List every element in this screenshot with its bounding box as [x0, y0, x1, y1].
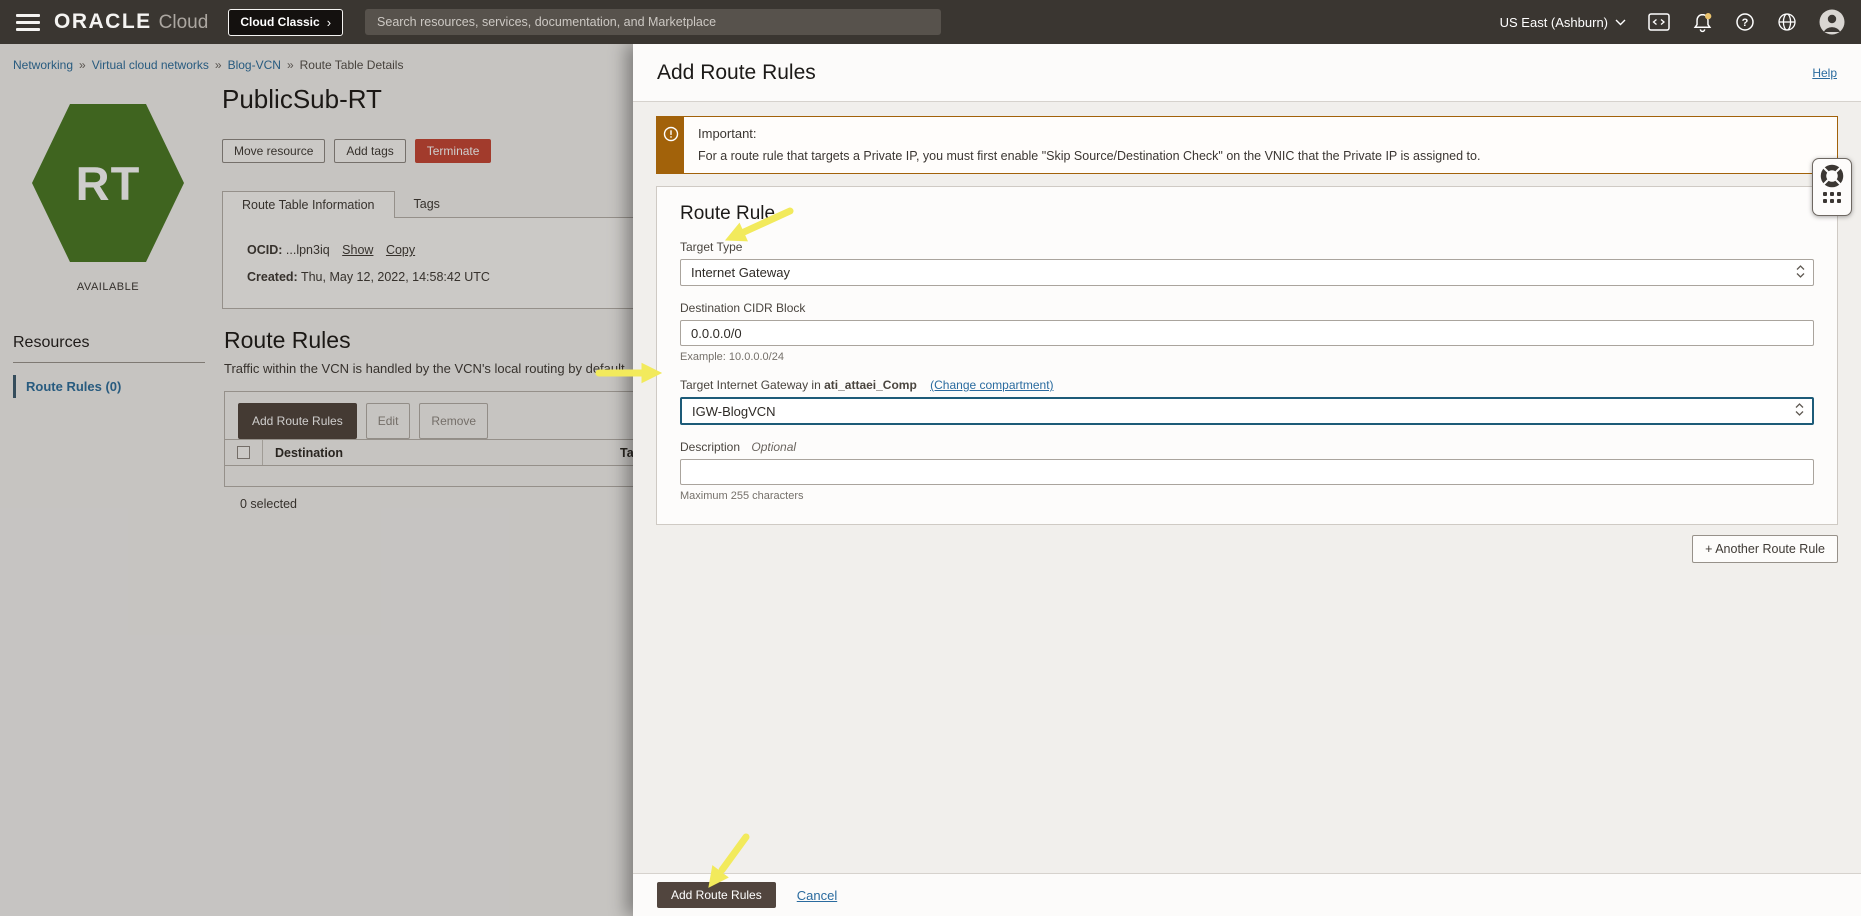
user-avatar-icon[interactable] — [1819, 9, 1845, 35]
add-route-rules-panel: Add Route Rules Help Important: For a ro… — [633, 44, 1861, 916]
topbar: ORACLE Cloud Cloud Classic › US East (As… — [0, 0, 1861, 44]
description-input[interactable] — [680, 459, 1814, 485]
globe-icon[interactable] — [1777, 12, 1797, 32]
cloud-classic-button[interactable]: Cloud Classic › — [228, 9, 343, 36]
add-route-rules-submit-button[interactable]: Add Route Rules — [657, 882, 776, 908]
description-hint: Maximum 255 characters — [680, 490, 1814, 502]
cancel-link[interactable]: Cancel — [797, 888, 837, 903]
another-route-rule-button[interactable]: + Another Route Rule — [1692, 535, 1838, 563]
help-icon[interactable]: ? — [1735, 12, 1755, 32]
help-link[interactable]: Help — [1812, 66, 1837, 80]
brand-oracle-text: ORACLE — [54, 10, 152, 34]
search-input[interactable] — [365, 9, 941, 35]
chevron-down-icon — [1615, 19, 1626, 26]
target-type-label: Target Type — [680, 240, 1814, 254]
destination-cidr-label: Destination CIDR Block — [680, 301, 1814, 315]
route-rule-form: Route Rule Target Type Internet Gateway … — [656, 186, 1838, 525]
cidr-hint: Example: 10.0.0.0/24 — [680, 351, 1814, 363]
target-internet-gateway-select[interactable]: IGW-BlogVCN — [680, 397, 1814, 425]
dev-console-icon[interactable] — [1648, 13, 1670, 31]
select-stepper-icon — [1796, 263, 1805, 282]
warning-icon — [663, 126, 679, 142]
region-label: US East (Ashburn) — [1500, 15, 1608, 30]
floating-help-widget[interactable] — [1812, 158, 1852, 216]
screen: ORACLE Cloud Cloud Classic › US East (As… — [0, 0, 1861, 916]
another-row: + Another Route Rule — [656, 535, 1838, 563]
grid-dots-icon — [1823, 192, 1841, 203]
route-rule-heading: Route Rule — [680, 203, 1814, 225]
topbar-right: US East (Ashburn) ? — [1500, 9, 1845, 35]
hamburger-menu-icon[interactable] — [16, 14, 40, 31]
destination-cidr-input[interactable] — [680, 320, 1814, 346]
brand-cloud-text: Cloud — [159, 12, 209, 34]
svg-text:?: ? — [1742, 17, 1749, 29]
warning-title: Important: — [698, 126, 1480, 141]
optional-tag: Optional — [751, 440, 796, 454]
panel-header: Add Route Rules Help — [633, 44, 1861, 102]
notifications-bell-icon[interactable] — [1692, 12, 1713, 33]
chevron-right-icon: › — [327, 15, 331, 30]
warning-bar — [657, 117, 684, 173]
oracle-cloud-logo: ORACLE Cloud — [54, 10, 208, 34]
cloud-classic-label: Cloud Classic — [240, 15, 319, 29]
target-gateway-label: Target Internet Gateway in ati_attaei_Co… — [680, 378, 1814, 392]
change-compartment-link[interactable]: (Change compartment) — [930, 378, 1053, 392]
region-selector[interactable]: US East (Ashburn) — [1500, 15, 1626, 30]
panel-body: Important: For a route rule that targets… — [633, 102, 1861, 563]
select-stepper-icon — [1795, 402, 1804, 421]
panel-title: Add Route Rules — [657, 61, 816, 85]
target-internet-gateway-value: IGW-BlogVCN — [692, 404, 776, 419]
life-preserver-icon — [1819, 163, 1845, 189]
warning-content: Important: For a route rule that targets… — [684, 117, 1494, 173]
description-label: Description Optional — [680, 440, 1814, 454]
target-type-value: Internet Gateway — [691, 265, 790, 280]
important-warning-banner: Important: For a route rule that targets… — [656, 116, 1838, 174]
warning-text: For a route rule that targets a Private … — [698, 149, 1480, 163]
target-gateway-label-prefix: Target Internet Gateway in — [680, 378, 821, 392]
panel-footer: Add Route Rules Cancel — [633, 873, 1861, 916]
compartment-name: ati_attaei_Comp — [824, 378, 917, 392]
target-type-select[interactable]: Internet Gateway — [680, 259, 1814, 286]
